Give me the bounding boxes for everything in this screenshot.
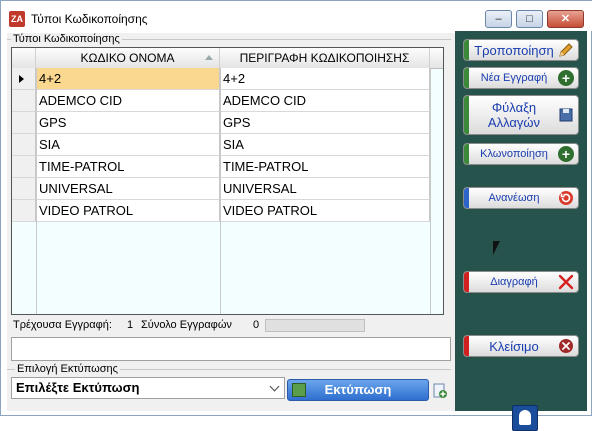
- modify-button[interactable]: Τροποποίηση: [463, 39, 579, 61]
- button-accent: [464, 272, 469, 292]
- code-name-cell[interactable]: SIA: [36, 134, 220, 156]
- close-button-label: Κλείσιμο: [489, 338, 539, 354]
- modify-button-label: Τροποποίηση: [474, 42, 554, 58]
- table-row[interactable]: TIME-PATROL TIME-PATROL: [12, 156, 443, 178]
- memo-field[interactable]: [11, 337, 451, 361]
- current-record-value: 1: [127, 319, 134, 331]
- row-selector[interactable]: [12, 112, 36, 134]
- add-report-icon[interactable]: [433, 383, 447, 399]
- grid-column-divider: [430, 68, 431, 314]
- grid-column-divider: [220, 68, 221, 314]
- action-sidebar: Τροποποίηση Νέα Εγγραφή + Φύλαξη Αλλαγών…: [455, 31, 587, 431]
- grid-column-divider: [36, 68, 37, 314]
- close-window-button[interactable]: ✕: [547, 10, 584, 28]
- button-accent: [464, 96, 469, 134]
- total-records-label: Σύνολο Εγγραφών: [141, 319, 232, 331]
- button-accent: [464, 144, 469, 164]
- records-grid[interactable]: ΚΩΔΙΚΟ ΟΝΟΜΑ ΠΕΡΙΓΡΑΦΗ ΚΩΔΙΚΟΠΟΙΗΣΗΣ 4+2…: [11, 47, 444, 315]
- description-cell[interactable]: ADEMCO CID: [220, 90, 430, 112]
- table-row[interactable]: ADEMCO CID ADEMCO CID: [12, 90, 443, 112]
- table-row[interactable]: GPS GPS: [12, 112, 443, 134]
- title-bar: ZA Τύποι Κωδικοποίησης – □ ✕: [1, 1, 593, 31]
- close-circle-icon: [559, 339, 573, 353]
- description-cell[interactable]: UNIVERSAL: [220, 178, 430, 200]
- button-accent: [464, 336, 469, 356]
- refresh-icon: [559, 191, 573, 205]
- row-selector[interactable]: [12, 156, 36, 178]
- code-name-cell[interactable]: ADEMCO CID: [36, 90, 220, 112]
- row-selector[interactable]: [12, 134, 36, 156]
- print-select-value: Επιλέξτε Εκτύπωση: [16, 380, 140, 395]
- description-cell[interactable]: TIME-PATROL: [220, 156, 430, 178]
- pencil-icon: [559, 43, 573, 57]
- group-title: Τύποι Κωδικοποίησης: [11, 33, 122, 45]
- total-records-value: 0: [253, 319, 260, 331]
- table-row[interactable]: 4+2 4+2: [12, 68, 443, 90]
- button-accent: [464, 68, 469, 88]
- grid-header: ΚΩΔΙΚΟ ΟΝΟΜΑ ΠΕΡΙΓΡΑΦΗ ΚΩΔΙΚΟΠΟΙΗΣΗΣ: [12, 48, 443, 69]
- chevron-down-icon[interactable]: [269, 381, 280, 392]
- column-header-code-name[interactable]: ΚΩΔΙΚΟ ΟΝΟΜΑ: [36, 48, 220, 68]
- save-icon: [559, 108, 573, 122]
- current-record-label: Τρέχουσα Εγγραφή:: [13, 319, 112, 331]
- minimize-icon: –: [495, 13, 502, 25]
- delete-button-label: Διαγραφή: [490, 275, 538, 288]
- description-cell[interactable]: GPS: [220, 112, 430, 134]
- print-button-label: Εκτύπωση: [324, 382, 392, 397]
- description-cell[interactable]: 4+2: [220, 68, 430, 90]
- row-header-corner: [12, 48, 36, 68]
- sort-ascending-icon: [205, 55, 213, 60]
- code-name-cell[interactable]: GPS: [36, 112, 220, 134]
- minimize-button[interactable]: –: [485, 10, 512, 28]
- mouse-cursor-icon: [493, 241, 500, 255]
- clone-button[interactable]: Κλωνοποίηση +: [463, 143, 579, 165]
- table-row[interactable]: UNIVERSAL UNIVERSAL: [12, 178, 443, 200]
- print-button[interactable]: Εκτύπωση: [287, 379, 429, 401]
- description-cell[interactable]: SIA: [220, 134, 430, 156]
- close-icon: ✕: [560, 13, 571, 25]
- print-group-title: Επιλογή Εκτύπωσης: [15, 363, 120, 375]
- plus-icon: +: [558, 70, 574, 86]
- row-selector[interactable]: [12, 68, 36, 90]
- maximize-icon: □: [526, 13, 533, 25]
- maximize-button[interactable]: □: [516, 10, 543, 28]
- row-selector[interactable]: [12, 90, 36, 112]
- refresh-button-label: Ανανέωση: [488, 191, 540, 204]
- delete-x-icon: [558, 274, 574, 290]
- clone-button-label: Κλωνοποίηση: [480, 147, 548, 160]
- row-selector[interactable]: [12, 178, 36, 200]
- plus-icon: +: [558, 146, 574, 162]
- column-header-label: ΚΩΔΙΚΟ ΟΝΟΜΑ: [80, 51, 175, 65]
- code-name-cell[interactable]: UNIVERSAL: [36, 178, 220, 200]
- save-changes-button[interactable]: Φύλαξη Αλλαγών: [463, 95, 579, 135]
- description-cell[interactable]: VIDEO PATROL: [220, 200, 430, 222]
- table-row[interactable]: VIDEO PATROL VIDEO PATROL: [12, 200, 443, 222]
- code-name-cell[interactable]: 4+2: [36, 68, 220, 90]
- save-changes-button-label: Φύλαξη Αλλαγών: [487, 100, 541, 130]
- refresh-button[interactable]: Ανανέωση: [463, 187, 579, 209]
- button-accent: [464, 188, 469, 208]
- column-header-description[interactable]: ΠΕΡΙΓΡΑΦΗ ΚΩΔΙΚΟΠΟΙΗΣΗΣ: [220, 48, 430, 68]
- close-button[interactable]: Κλείσιμο: [463, 335, 579, 357]
- code-name-cell[interactable]: VIDEO PATROL: [36, 200, 220, 222]
- app-logo-icon: ZA: [9, 11, 25, 27]
- ghost-icon[interactable]: [512, 405, 538, 431]
- print-report-select[interactable]: Επιλέξτε Εκτύπωση: [11, 377, 285, 399]
- current-row-arrow-icon: [19, 75, 24, 83]
- button-accent: [464, 40, 469, 60]
- new-record-button-label: Νέα Εγγραφή: [480, 71, 548, 84]
- app-window: ZA Τύποι Κωδικοποίησης – □ ✕ Τύποι Κωδικ…: [0, 0, 593, 431]
- delete-button[interactable]: Διαγραφή: [463, 271, 579, 293]
- new-record-button[interactable]: Νέα Εγγραφή +: [463, 67, 579, 89]
- record-progress-bar: [265, 319, 365, 332]
- window-title: Τύποι Κωδικοποίησης: [31, 12, 148, 26]
- row-selector[interactable]: [12, 200, 36, 222]
- client-area: Τύποι Κωδικοποίησης ΚΩΔΙΚΟ ΟΝΟΜΑ ΠΕΡΙΓΡΑ…: [7, 31, 587, 431]
- code-name-cell[interactable]: TIME-PATROL: [36, 156, 220, 178]
- table-row[interactable]: SIA SIA: [12, 134, 443, 156]
